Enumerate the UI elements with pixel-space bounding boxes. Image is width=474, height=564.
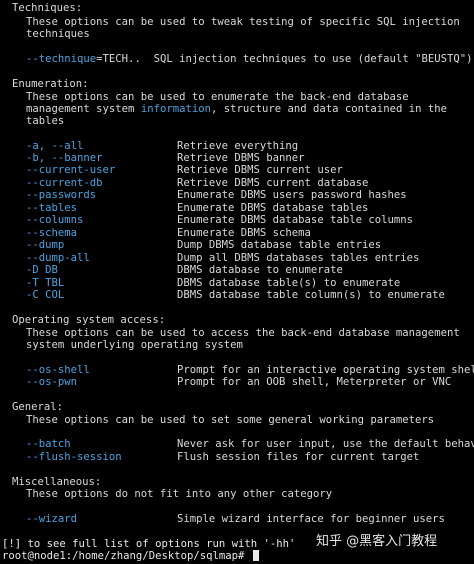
section-description: techniques [26, 28, 90, 40]
option-description: Retrieve DBMS current database [177, 177, 369, 189]
section-description: management system information, structure… [26, 103, 447, 115]
option-flag: --dump-all [26, 252, 90, 264]
section-description: system underlying operating system [26, 339, 243, 351]
option-flag: --current-db [26, 177, 103, 189]
option-description: Enumerate DBMS schema [177, 227, 311, 239]
option-flag: --schema [26, 227, 78, 239]
option-row: -T TBL DBMS database table(s) to enumerat… [26, 277, 400, 289]
option-row: -b, --banner Retrieve DBMS banner [26, 152, 305, 164]
section-description: These options do not fit into any other … [26, 488, 333, 500]
option-description: Dump all DBMS databases tables entries [177, 252, 420, 264]
watermark: 知乎 @黑客入门教程 [312, 532, 442, 552]
option-description: Flush session files for current target [177, 451, 420, 463]
option-flag: --batch [26, 438, 71, 450]
option-row: --schema Enumerate DBMS schema [26, 227, 311, 239]
option-flag: -D DB [26, 264, 58, 276]
option-description: Dump DBMS database table entries [177, 239, 382, 251]
option-row: --passwords Enumerate DBMS users password… [26, 189, 407, 201]
option-flag: -b, --banner [26, 152, 103, 164]
section-description: tables [26, 115, 65, 127]
option-description: Never ask for user input, use the defaul… [177, 438, 474, 450]
section-description: These options can be used to access the … [26, 327, 460, 339]
section-description: These options can be used to tweak testi… [26, 16, 460, 28]
option-row: --os-shell Prompt for an interactive oper… [26, 364, 474, 376]
option-flag: --os-shell [26, 364, 90, 376]
option-row: --os-pwn Prompt for an OOB shell, Meterpr… [26, 376, 451, 388]
option-description: Retrieve DBMS current user [177, 164, 343, 176]
option-row: -D DB DBMS database to enumerate [26, 264, 343, 276]
option-description: Enumerate DBMS users password hashes [177, 189, 407, 201]
option-row: --wizard Simple wizard interface for begi… [26, 513, 445, 525]
option-row: --current-db Retrieve DBMS current databa… [26, 177, 368, 189]
description-text: , structure and data contained in the [210, 103, 447, 115]
option-description: Retrieve everything [177, 140, 299, 152]
option-row: --dump-all Dump all DBMS databases tables… [26, 252, 419, 264]
highlighted-word: information [140, 103, 211, 115]
section-header-general: General: [12, 401, 64, 413]
option-row: --flush-session Flush session files for c… [26, 451, 419, 463]
option-flag: --passwords [26, 189, 97, 201]
option-row: --current-user Retrieve DBMS current user [26, 164, 343, 176]
option-row: --batch Never ask for user input, use the… [26, 438, 474, 450]
option-description: DBMS database to enumerate [177, 264, 343, 276]
option-row: --dump Dump DBMS database table entries [26, 239, 381, 251]
section-description: These options can be used to enumerate t… [26, 91, 409, 103]
option-description: Enumerate DBMS database tables [177, 202, 369, 214]
option-flag: --os-pwn [26, 376, 78, 388]
option-description: Enumerate DBMS database table columns [177, 214, 413, 226]
section-header-misc: Miscellaneous: [12, 476, 102, 488]
section-header-enumeration: Enumeration: [12, 78, 89, 90]
option-row: -a, --all Retrieve everything [26, 140, 298, 152]
option-description: Retrieve DBMS banner [177, 152, 305, 164]
option-description: =TECH.. SQL injection techniques to use … [96, 53, 473, 65]
section-header-os-access: Operating system access: [12, 314, 166, 326]
option-row: --columns Enumerate DBMS database table c… [26, 214, 413, 226]
description-text: management system [26, 103, 141, 115]
section-description: These options can be used to set some ge… [26, 414, 435, 426]
option-flag: --tables [26, 202, 78, 214]
prompt-text: root@node1:/home/zhang/Desktop/sqlmap# [2, 550, 251, 562]
option-flag: -a, --all [26, 140, 84, 152]
terminal-window[interactable]: Techniques: These options can be used to… [0, 0, 474, 564]
option-flag: --dump [26, 239, 65, 251]
option-flag: -C COL [26, 289, 65, 301]
option-description: Simple wizard interface for beginner use… [177, 513, 445, 525]
option-row: --technique=TECH.. SQL injection techniq… [26, 53, 472, 65]
hint-line: [!] to see full list of options run with… [2, 538, 296, 550]
option-row: --tables Enumerate DBMS database tables [26, 202, 368, 214]
option-description: Prompt for an OOB shell, Meterpreter or … [177, 376, 452, 388]
option-description: DBMS database table column(s) to enumera… [177, 289, 445, 301]
option-description: DBMS database table(s) to enumerate [177, 277, 401, 289]
option-row: -C COL DBMS database table column(s) to e… [26, 289, 445, 301]
option-flag: -T TBL [26, 277, 65, 289]
option-flag: --flush-session [26, 451, 122, 463]
option-flag: --current-user [26, 164, 116, 176]
cursor [252, 550, 259, 561]
option-flag: --columns [26, 214, 84, 226]
section-header-techniques: Techniques: [12, 2, 83, 14]
command-prompt[interactable]: root@node1:/home/zhang/Desktop/sqlmap# [2, 550, 259, 562]
option-flag: --wizard [26, 513, 78, 525]
option-flag: --technique [26, 53, 97, 65]
option-description: Prompt for an interactive operating syst… [177, 364, 474, 376]
